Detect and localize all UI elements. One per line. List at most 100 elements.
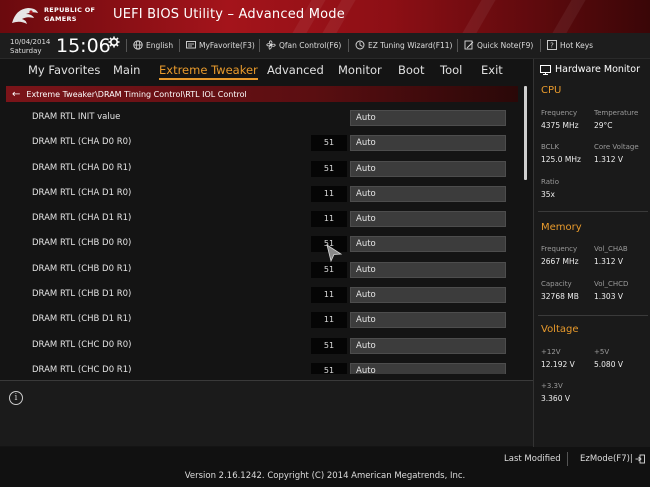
setting-row[interactable]: DRAM RTL (CHA D1 R0) 11 Auto xyxy=(0,182,520,207)
tab-boot[interactable]: Boot xyxy=(398,63,424,77)
setting-label: DRAM RTL (CHA D0 R1) xyxy=(32,163,132,173)
cpu-ratio-label: Ratio xyxy=(541,178,559,186)
myfavorite-button[interactable]: MyFavorite(F3) xyxy=(186,40,255,50)
setting-current-value: 11 xyxy=(311,211,347,227)
tab-tool[interactable]: Tool xyxy=(440,63,462,77)
ez-tuning-wizard-button[interactable]: EZ Tuning Wizard(F11) xyxy=(355,40,452,50)
setting-option-select[interactable]: Auto xyxy=(350,363,506,374)
info-icon: i xyxy=(9,391,23,405)
exit-arrow-icon xyxy=(635,454,645,464)
setting-option-select[interactable]: Auto xyxy=(350,161,506,177)
tab-advanced[interactable]: Advanced xyxy=(267,63,324,77)
v5-label: +5V xyxy=(594,348,610,356)
memory-frequency-label: Frequency xyxy=(541,245,578,253)
footer-bar: Last Modified EzMode(F7)| Version 2.16.1… xyxy=(0,447,650,487)
setting-label: DRAM RTL (CHB D1 R0) xyxy=(32,289,132,299)
cpu-bclk-value: 125.0 MHz xyxy=(541,155,581,164)
memory-frequency-value: 2667 MHz xyxy=(541,257,579,266)
cpu-temperature-label: Temperature xyxy=(594,109,639,117)
v5-value: 5.080 V xyxy=(594,360,623,369)
memory-capacity-label: Capacity xyxy=(541,280,572,288)
setting-option-select[interactable]: Auto xyxy=(350,312,506,328)
setting-row[interactable]: DRAM RTL (CHC D0 R1) 51 Auto xyxy=(0,359,520,374)
info-bar: 10/04/2014 Saturday 15:06 English MyFavo… xyxy=(0,33,650,59)
tab-main[interactable]: Main xyxy=(113,63,140,77)
last-modified-button[interactable]: Last Modified xyxy=(504,454,561,464)
setting-label: DRAM RTL (CHB D0 R0) xyxy=(32,238,132,248)
setting-current-value: 51 xyxy=(311,262,347,278)
setting-option-select[interactable]: Auto xyxy=(350,135,506,151)
setting-label: DRAM RTL (CHA D1 R1) xyxy=(32,213,132,223)
setting-label: DRAM RTL (CHA D0 R0) xyxy=(32,137,132,147)
tab-monitor[interactable]: Monitor xyxy=(338,63,382,77)
setting-current-value: 51 xyxy=(311,161,347,177)
hardware-monitor-panel: Hardware Monitor CPU Frequency 4375 MHz … xyxy=(533,59,650,447)
main-menu: My Favorites Main Extreme Tweaker Advanc… xyxy=(0,59,533,82)
memory-capacity-value: 32768 MB xyxy=(541,292,579,301)
monitor-icon xyxy=(540,64,551,75)
setting-label: DRAM RTL (CHB D0 R1) xyxy=(32,264,132,274)
v12-value: 12.192 V xyxy=(541,360,575,369)
tab-exit[interactable]: Exit xyxy=(481,63,503,77)
favorite-screen-icon xyxy=(186,41,196,49)
setting-current-value: 51 xyxy=(311,135,347,151)
hot-keys-button[interactable]: ? Hot Keys xyxy=(547,40,593,50)
v33-label: +3.3V xyxy=(541,382,563,390)
setting-option-select[interactable]: Auto xyxy=(350,236,506,252)
settings-list: DRAM RTL INIT value Auto DRAM RTL (CHA D… xyxy=(0,106,520,374)
brand-text: REPUBLIC OF GAMERS xyxy=(44,6,96,23)
setting-option-select[interactable]: Auto xyxy=(350,287,506,303)
cpu-section-title: CPU xyxy=(541,85,562,96)
setting-row[interactable]: DRAM RTL (CHB D1 R0) 11 Auto xyxy=(0,283,520,308)
globe-icon xyxy=(133,40,143,50)
cpu-frequency-value: 4375 MHz xyxy=(541,121,579,130)
setting-row[interactable]: DRAM RTL (CHB D1 R1) 11 Auto xyxy=(0,308,520,333)
cpu-bclk-label: BCLK xyxy=(541,143,560,151)
copyright-text: Version 2.16.1242. Copyright (C) 2014 Am… xyxy=(184,471,466,481)
cpu-frequency-label: Frequency xyxy=(541,109,578,117)
setting-option-select[interactable]: Auto xyxy=(350,110,506,126)
setting-option-select[interactable]: Auto xyxy=(350,186,506,202)
setting-row[interactable]: DRAM RTL (CHC D0 R0) 51 Auto xyxy=(0,334,520,359)
setting-option-select[interactable]: Auto xyxy=(350,262,506,278)
setting-option-select[interactable]: Auto xyxy=(350,211,506,227)
setting-label: DRAM RTL INIT value xyxy=(32,112,121,122)
setting-current-value: 11 xyxy=(311,312,347,328)
cpu-ratio-value: 35x xyxy=(541,190,555,199)
footer-divider xyxy=(567,452,568,466)
setting-label: DRAM RTL (CHA D1 R0) xyxy=(32,188,132,198)
language-button[interactable]: English xyxy=(133,40,173,50)
help-description-area: i xyxy=(0,380,533,446)
svg-text:?: ? xyxy=(550,42,554,50)
section-divider xyxy=(538,315,648,316)
back-arrow-icon[interactable]: ← xyxy=(12,89,20,100)
setting-current-value: 51 xyxy=(311,338,347,354)
v33-value: 3.360 V xyxy=(541,394,570,403)
setting-row[interactable]: DRAM RTL (CHB D0 R0) 51 Auto xyxy=(0,232,520,257)
breadcrumb: ← Extreme Tweaker\DRAM Timing Control\RT… xyxy=(6,86,518,102)
quick-note-button[interactable]: Quick Note(F9) xyxy=(464,40,533,50)
setting-row[interactable]: DRAM RTL INIT value Auto xyxy=(0,106,520,131)
memory-section-title: Memory xyxy=(541,222,582,233)
setting-row[interactable]: DRAM RTL (CHA D0 R1) 51 Auto xyxy=(0,157,520,182)
qfan-control-button[interactable]: Qfan Control(F6) xyxy=(266,40,341,50)
settings-scrollbar[interactable] xyxy=(524,86,527,180)
tab-my-favorites[interactable]: My Favorites xyxy=(28,63,100,77)
setting-row[interactable]: DRAM RTL (CHB D0 R1) 51 Auto xyxy=(0,258,520,283)
gear-icon[interactable] xyxy=(108,36,120,48)
cpu-core-voltage-label: Core Voltage xyxy=(594,143,639,151)
fan-icon xyxy=(266,40,276,50)
setting-row[interactable]: DRAM RTL (CHA D1 R1) 11 Auto xyxy=(0,207,520,232)
note-icon xyxy=(464,40,474,50)
setting-row[interactable]: DRAM RTL (CHA D0 R0) 51 Auto xyxy=(0,131,520,156)
setting-current-value: 11 xyxy=(311,186,347,202)
vol-chab-value: 1.312 V xyxy=(594,257,623,266)
voltage-section-title: Voltage xyxy=(541,324,579,335)
setting-option-select[interactable]: Auto xyxy=(350,338,506,354)
clock: 15:06 xyxy=(56,35,111,57)
mouse-cursor-icon xyxy=(326,244,343,263)
ezmode-button[interactable]: EzMode(F7)| xyxy=(580,454,645,464)
vol-chcd-value: 1.303 V xyxy=(594,292,623,301)
tab-extreme-tweaker[interactable]: Extreme Tweaker xyxy=(159,63,258,80)
date-display: 10/04/2014 Saturday xyxy=(10,38,51,55)
